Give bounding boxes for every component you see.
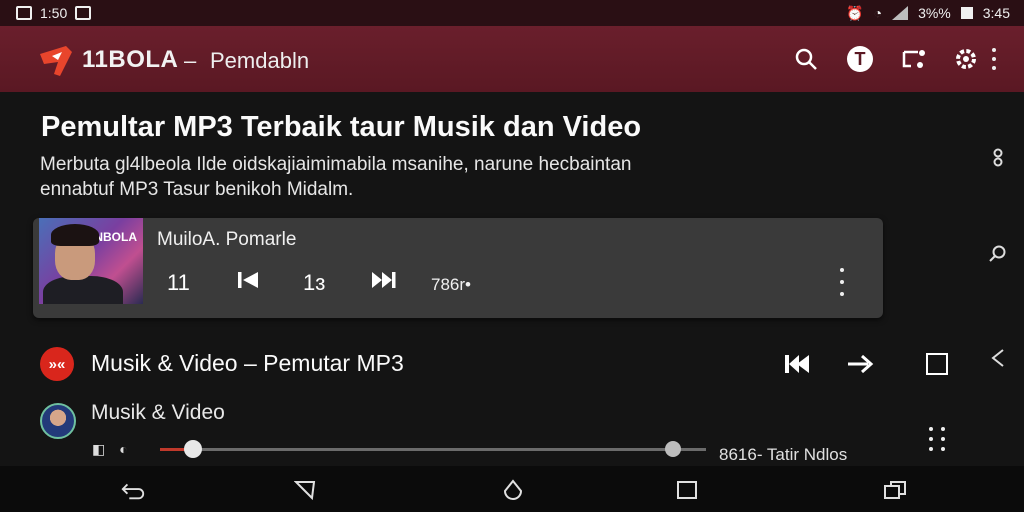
track-counter: 11 [167,270,190,295]
nav-shape-icon[interactable] [292,479,318,501]
page-description: Merbuta gl4lbeola Ilde oidskajiaimimabil… [40,152,740,202]
next-button[interactable] [371,270,397,290]
more-vert-icon[interactable] [984,45,1004,73]
progress-thumb[interactable] [183,440,202,458]
status-bar: 1:50 ⏰ ◔ 3%% 3:45 [0,0,1024,26]
track-title: MuiloA. Pomarle [157,229,297,250]
page-heading: Pemultar MP3 Terbaik taur Musik dan Vide… [41,111,642,143]
previous-button[interactable] [237,270,259,290]
player-card[interactable]: NBOLA MuiloA. Pomarle 11 1ɜ 786r• [33,218,883,318]
sub-title: Musik & Video [91,401,225,424]
sim-icon [16,6,32,20]
album-figure-hair [51,224,99,246]
app-bar: 11BOLA – Pemdabln T [0,26,1024,92]
chevron-left-icon[interactable] [986,346,1010,370]
track-position: 1ɜ [303,270,326,295]
split-screen-icon[interactable] [882,479,908,501]
track-time: 786r• [431,275,471,294]
side-search-icon[interactable] [986,242,1010,266]
recents-icon[interactable] [674,479,700,501]
album-label: NBOLA [94,230,137,244]
mini-skip-icon[interactable]: ◧ [92,441,105,458]
mini-audio-icon[interactable]: ◐ [119,441,127,458]
home-outline-icon[interactable] [500,479,526,501]
notification-icon [75,6,92,20]
drag-handle-icon[interactable] [929,427,945,451]
progress-label: 8616- Tatir Ndlos [719,445,848,464]
progress-end-thumb[interactable] [665,441,682,457]
row-stop-icon[interactable] [922,350,952,378]
progress-track[interactable] [160,448,706,451]
signal-icon [892,6,909,20]
app-title: 11BOLA [82,46,179,73]
cast-icon[interactable] [900,45,928,73]
avatar[interactable] [40,403,76,439]
battery-percent: 3%% [918,5,951,21]
title-separator: – [184,48,197,73]
link-icon[interactable] [986,146,1010,170]
row-title: Musik & Video – Pemutar MP3 [91,350,404,376]
wifi-icon: ◔ [873,5,883,21]
app-row-icon: »« [40,347,74,381]
album-art[interactable]: NBOLA [39,218,143,304]
settings-icon[interactable] [952,45,980,73]
alarm-icon: ⏰ [846,5,864,21]
album-figure-body [43,276,123,304]
row-skip-back-icon[interactable] [782,350,812,378]
nav-bar [0,466,1024,512]
description-line-2: ennabtuf MP3 Tasur benikoh Midalm. [40,179,354,200]
app-subtitle: Pemdabln [210,48,310,73]
t-badge-icon[interactable]: T [846,45,874,73]
mini-controls: ◧ ◐ [92,441,128,458]
back-icon[interactable] [120,479,146,501]
battery-icon [960,7,973,19]
description-line-1: Merbuta gl4lbeola Ilde oidskajiaimimabil… [40,154,632,175]
search-icon[interactable] [792,45,820,73]
status-time-left: 1:50 [40,5,68,21]
row-forward-icon[interactable] [846,350,876,378]
app-logo-icon [40,46,72,76]
card-more-icon[interactable] [837,268,847,296]
status-clock: 3:45 [982,5,1010,21]
